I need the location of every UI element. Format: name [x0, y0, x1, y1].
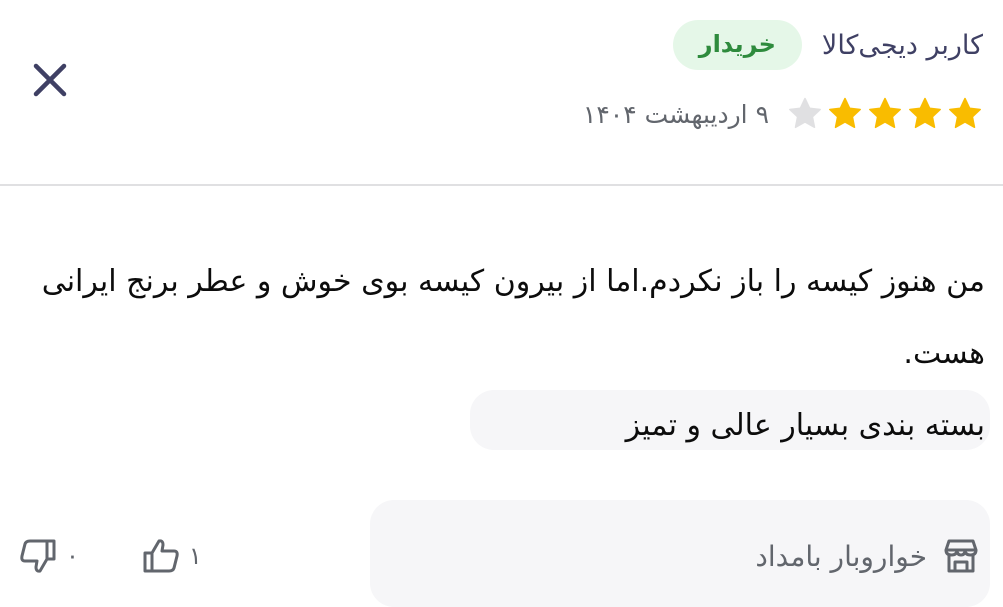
review-date: ۹ اردیبهشت ۱۴۰۴	[582, 99, 769, 129]
review-footer: خواروبار بامداد ۰ ۱	[0, 530, 1003, 590]
star-rating	[787, 96, 983, 132]
like-button[interactable]: ۱	[141, 536, 202, 576]
close-icon	[33, 63, 67, 97]
star-filled-icon	[829, 97, 861, 129]
rating-row: ۹ اردیبهشت ۱۴۰۴	[583, 96, 983, 132]
review-paragraph: بسته بندی بسیار عالی و تمیز	[625, 408, 985, 443]
review-paragraph: من هنوز کیسه را باز نکردم.اما از بیرون ک…	[41, 264, 985, 371]
vote-controls: ۰ ۱	[18, 536, 202, 576]
buyer-badge: خریدار	[672, 20, 802, 70]
user-row: کاربر دیجی‌کالا خریدار	[672, 20, 983, 70]
seller-name: خواروبار بامداد	[755, 539, 927, 573]
star-filled-icon	[909, 97, 941, 129]
star-empty-icon	[789, 97, 821, 129]
review-header: کاربر دیجی‌کالا خریدار ۹ اردیبهشت ۱۴۰۴	[20, 18, 983, 168]
star-filled-icon	[949, 97, 981, 129]
header-divider	[0, 184, 1003, 186]
store-icon	[944, 539, 978, 573]
close-button[interactable]	[28, 58, 72, 102]
like-count: ۱	[188, 542, 202, 570]
review-body: من هنوز کیسه را باز نکردم.اما از بیرون ک…	[18, 246, 985, 462]
user-name: کاربر دیجی‌کالا	[821, 29, 983, 61]
thumb-up-icon	[143, 539, 179, 573]
dislike-button[interactable]: ۰	[18, 536, 79, 576]
review-sheet: کاربر دیجی‌کالا خریدار ۹ اردیبهشت ۱۴۰۴ م…	[0, 0, 1003, 607]
seller-info: خواروبار بامداد	[755, 536, 981, 576]
thumb-down-icon	[20, 539, 56, 573]
star-filled-icon	[869, 97, 901, 129]
dislike-count: ۰	[66, 542, 79, 570]
